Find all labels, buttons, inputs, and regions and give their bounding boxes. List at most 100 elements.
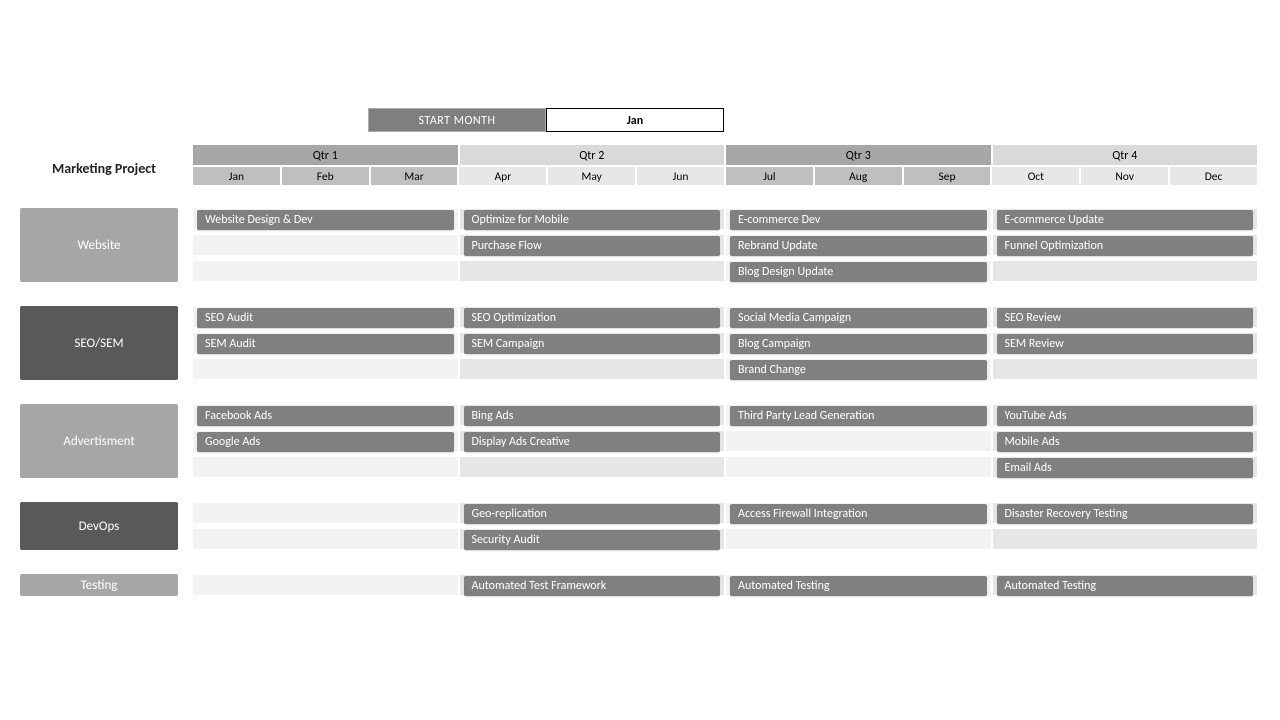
task-bar[interactable]: YouTube Ads [997, 406, 1254, 426]
month-header: Oct [991, 166, 1080, 186]
lane-cell: Blog Campaign [725, 332, 992, 354]
month-header: Jul [725, 166, 814, 186]
task-bar[interactable]: Geo-replication [464, 504, 721, 524]
task-bar[interactable]: SEM Review [997, 334, 1254, 354]
lane-row: Facebook Ads Bing Ads Third Party Lead Gen… [192, 404, 1258, 426]
lane-cell: Automated Testing [725, 574, 992, 596]
lane-row: Blog Design Update [192, 260, 1258, 282]
lane-cell: Display Ads Creative [459, 430, 726, 452]
lane-cell: Social Media Campaign [725, 306, 992, 328]
page-title: Marketing Project [24, 160, 184, 177]
lane-cell [192, 260, 459, 282]
timeline-header: Qtr 1Qtr 2Qtr 3Qtr 4 JanFebMarAprMayJunJ… [192, 144, 1258, 186]
task-bar[interactable]: SEO Audit [197, 308, 454, 328]
task-bar[interactable]: Automated Test Framework [464, 576, 721, 596]
lane-cell: Brand Change [725, 358, 992, 380]
lane-row: SEO Audit SEO Optimization Social Media Ca… [192, 306, 1258, 328]
lane-row: SEM Audit SEM Campaign Blog Campaign SEM Re… [192, 332, 1258, 354]
task-bar[interactable]: Social Media Campaign [730, 308, 987, 328]
task-bar[interactable]: Blog Campaign [730, 334, 987, 354]
lane-row: Purchase Flow Rebrand Update Funnel Optimi… [192, 234, 1258, 256]
lane-row: Website Design & Dev Optimize for Mobile E… [192, 208, 1258, 230]
task-bar[interactable]: Google Ads [197, 432, 454, 452]
lane-cell: Email Ads [992, 456, 1259, 478]
lane-row: Google Ads Display Ads Creative Mobile Ads [192, 430, 1258, 452]
lane-label: SEO/SEM [20, 306, 178, 380]
lane-cell [192, 456, 459, 478]
lane-label: Testing [20, 574, 178, 596]
month-header: Aug [814, 166, 903, 186]
lane-cell: Third Party Lead Generation [725, 404, 992, 426]
task-bar[interactable]: Mobile Ads [997, 432, 1254, 452]
task-bar[interactable]: SEM Campaign [464, 334, 721, 354]
quarter-header: Qtr 2 [459, 144, 726, 166]
lane-cell [459, 456, 726, 478]
task-bar[interactable]: Third Party Lead Generation [730, 406, 987, 426]
lane-row: Security Audit [192, 528, 1258, 550]
start-month-label: START MONTH [368, 108, 546, 132]
lane-cell: SEM Review [992, 332, 1259, 354]
task-bar[interactable]: Funnel Optimization [997, 236, 1254, 256]
lane-cell: Bing Ads [459, 404, 726, 426]
month-header: Mar [370, 166, 459, 186]
lane-cell [459, 358, 726, 380]
lane-cell: SEO Optimization [459, 306, 726, 328]
lane-cell [192, 528, 459, 550]
lane-cell: E-commerce Dev [725, 208, 992, 230]
task-bar[interactable]: E-commerce Dev [730, 210, 987, 230]
task-bar[interactable]: Security Audit [464, 530, 721, 550]
lane-cell [992, 260, 1259, 282]
month-header: Sep [903, 166, 992, 186]
task-bar[interactable]: Facebook Ads [197, 406, 454, 426]
lane-row: Geo-replication Access Firewall Integrati… [192, 502, 1258, 524]
task-bar[interactable]: Automated Testing [730, 576, 987, 596]
task-bar[interactable]: Bing Ads [464, 406, 721, 426]
task-bar[interactable]: Rebrand Update [730, 236, 987, 256]
task-bar[interactable]: E-commerce Update [997, 210, 1254, 230]
task-bar[interactable]: SEO Review [997, 308, 1254, 328]
lane-cell: Automated Test Framework [459, 574, 726, 596]
task-bar[interactable]: Blog Design Update [730, 262, 987, 282]
task-bar[interactable]: Purchase Flow [464, 236, 721, 256]
lane-label: Advertisment [20, 404, 178, 478]
lane-row: Brand Change [192, 358, 1258, 380]
lane-grid: Website Design & Dev Optimize for Mobile E… [192, 208, 1258, 286]
task-bar[interactable]: Display Ads Creative [464, 432, 721, 452]
month-header: Dec [1169, 166, 1258, 186]
task-bar[interactable]: Website Design & Dev [197, 210, 454, 230]
month-header: Jan [192, 166, 281, 186]
lane-cell: Google Ads [192, 430, 459, 452]
lane-cell [992, 358, 1259, 380]
task-bar[interactable]: Access Firewall Integration [730, 504, 987, 524]
task-bar[interactable]: SEO Optimization [464, 308, 721, 328]
task-bar[interactable]: Disaster Recovery Testing [997, 504, 1254, 524]
lane-cell [192, 358, 459, 380]
start-month-value[interactable]: Jan [546, 108, 724, 132]
lane-cell [192, 574, 459, 596]
month-header: Jun [636, 166, 725, 186]
task-bar[interactable]: Optimize for Mobile [464, 210, 721, 230]
lane-cell: Access Firewall Integration [725, 502, 992, 524]
lane-cell: Disaster Recovery Testing [992, 502, 1259, 524]
lane-cell [992, 528, 1259, 550]
month-header: Apr [458, 166, 547, 186]
lane-cell: SEM Campaign [459, 332, 726, 354]
lane-grid: Geo-replication Access Firewall Integrati… [192, 502, 1258, 554]
task-bar[interactable]: Email Ads [997, 458, 1254, 478]
lane-cell: Facebook Ads [192, 404, 459, 426]
quarter-header: Qtr 3 [725, 144, 992, 166]
lane-cell: E-commerce Update [992, 208, 1259, 230]
month-header: May [547, 166, 636, 186]
lane-grid: SEO Audit SEO Optimization Social Media Ca… [192, 306, 1258, 384]
task-bar[interactable]: Automated Testing [997, 576, 1254, 596]
lane-cell: Optimize for Mobile [459, 208, 726, 230]
lane-cell: YouTube Ads [992, 404, 1259, 426]
lane-cell: SEO Audit [192, 306, 459, 328]
start-month-control: START MONTH Jan [368, 108, 724, 132]
lane-label: DevOps [20, 502, 178, 550]
lane-cell [192, 502, 459, 524]
task-bar[interactable]: SEM Audit [197, 334, 454, 354]
lane-cell [192, 234, 459, 256]
lane-cell: Purchase Flow [459, 234, 726, 256]
task-bar[interactable]: Brand Change [730, 360, 987, 380]
